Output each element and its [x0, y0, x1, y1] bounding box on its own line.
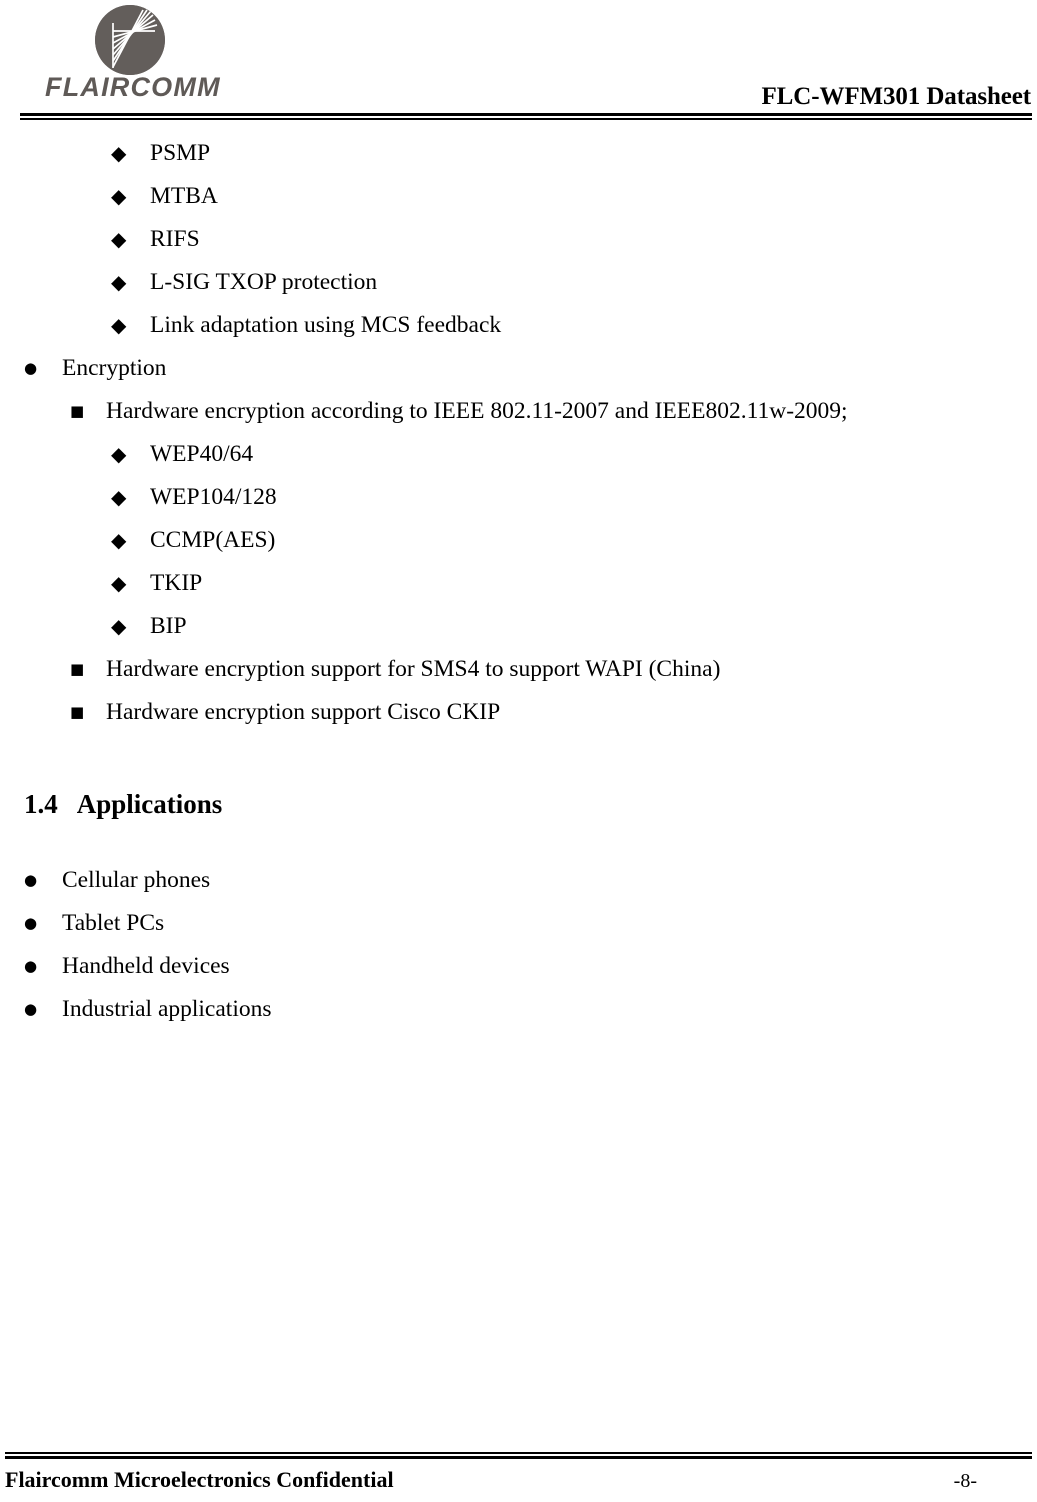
diamond-bullet-icon: ◆	[111, 313, 127, 337]
page-footer: Flaircomm Microelectronics Confidential …	[0, 1440, 1037, 1502]
list-item: ● Tablet PCs	[0, 902, 1037, 945]
list-item-label: Tablet PCs	[62, 910, 165, 936]
list-item: ● Handheld devices	[0, 945, 1037, 988]
list-item-label: MTBA	[150, 183, 218, 209]
list-item: ◆ RIFS	[0, 218, 1037, 261]
list-item: ◆ WEP104/128	[0, 476, 1037, 519]
list-item: ◆ PSMP	[0, 132, 1037, 175]
list-item: ◆ MTBA	[0, 175, 1037, 218]
list-item-label: Hardware encryption support Cisco CKIP	[106, 699, 501, 725]
page-number: -8-	[953, 1470, 977, 1492]
diamond-bullet-icon: ◆	[111, 270, 127, 294]
list-item-encryption: ● Encryption	[0, 347, 1037, 390]
applications-list: ● Cellular phones ● Tablet PCs ● Handhel…	[0, 859, 1037, 1031]
flaircomm-circle-stripes-logo	[95, 5, 165, 75]
list-item-label: Hardware encryption according to IEEE 80…	[106, 398, 848, 424]
diamond-bullet-icon: ◆	[111, 227, 127, 251]
list-item: ◆ WEP40/64	[0, 433, 1037, 476]
circle-bullet-icon: ●	[24, 359, 38, 377]
circle-bullet-icon: ●	[24, 1000, 38, 1018]
diamond-bullet-icon: ◆	[111, 614, 127, 638]
list-item-label: WEP40/64	[150, 441, 254, 467]
diamond-bullet-icon: ◆	[111, 485, 127, 509]
header-document-title: FLC-WFM301 Datasheet	[761, 83, 1032, 110]
list-item: ◆ CCMP(AES)	[0, 519, 1037, 562]
list-item-label: CCMP(AES)	[150, 527, 276, 553]
page-content: ◆ PSMP ◆ MTBA ◆ RIFS ◆ L-SIG TXOP protec…	[0, 132, 1037, 1031]
square-bullet-icon: ■	[70, 660, 85, 678]
list-item: ■ Hardware encryption according to IEEE …	[0, 390, 1037, 433]
list-item-label: BIP	[150, 613, 187, 639]
company-logo: FLAIRCOMM	[40, 2, 230, 106]
list-item: ● Industrial applications	[0, 988, 1037, 1031]
section-title: Applications	[76, 789, 223, 819]
list-item-label: Link adaptation using MCS feedback	[150, 312, 502, 338]
diamond-bullet-icon: ◆	[111, 528, 127, 552]
footer-confidentiality-notice: Flaircomm Microelectronics Confidential	[5, 1467, 394, 1492]
ht-feature-list: ◆ PSMP ◆ MTBA ◆ RIFS ◆ L-SIG TXOP protec…	[0, 132, 1037, 347]
list-item: ◆ BIP	[0, 605, 1037, 648]
document-page: FLAIRCOMM FLC-WFM301 Datasheet ◆ PSMP ◆ …	[0, 0, 1037, 1502]
diamond-bullet-icon: ◆	[111, 141, 127, 165]
diamond-bullet-icon: ◆	[111, 571, 127, 595]
logo-wordmark: FLAIRCOMM	[45, 72, 221, 102]
list-item: ■ Hardware encryption support Cisco CKIP	[0, 691, 1037, 734]
list-item-label: Industrial applications	[62, 996, 272, 1022]
list-item-label: Encryption	[62, 355, 167, 381]
footer-divider	[5, 1452, 1032, 1459]
list-item: ◆ Link adaptation using MCS feedback	[0, 304, 1037, 347]
list-item-label: Handheld devices	[62, 953, 230, 979]
list-item-label: RIFS	[150, 226, 200, 252]
header-divider	[20, 113, 1032, 120]
diamond-bullet-icon: ◆	[111, 184, 127, 208]
encryption-list: ● Encryption ■ Hardware encryption accor…	[0, 347, 1037, 734]
square-bullet-icon: ■	[70, 703, 85, 721]
list-item-label: WEP104/128	[150, 484, 277, 510]
page-header: FLAIRCOMM FLC-WFM301 Datasheet	[0, 0, 1037, 120]
list-item-label: TKIP	[150, 570, 203, 596]
circle-bullet-icon: ●	[24, 957, 38, 975]
list-item: ◆ TKIP	[0, 562, 1037, 605]
diamond-bullet-icon: ◆	[111, 442, 127, 466]
square-bullet-icon: ■	[70, 402, 85, 420]
list-item-label: L-SIG TXOP protection	[150, 269, 378, 295]
list-item-label: PSMP	[150, 140, 211, 166]
list-item: ◆ L-SIG TXOP protection	[0, 261, 1037, 304]
list-item-label: Cellular phones	[62, 867, 211, 893]
circle-bullet-icon: ●	[24, 914, 38, 932]
section-number: 1.4	[24, 789, 58, 819]
list-item-label: Hardware encryption support for SMS4 to …	[106, 656, 721, 682]
list-item: ● Cellular phones	[0, 859, 1037, 902]
circle-bullet-icon: ●	[24, 871, 38, 889]
list-item: ■ Hardware encryption support for SMS4 t…	[0, 648, 1037, 691]
section-heading-applications: 1.4 Applications	[0, 784, 1037, 824]
